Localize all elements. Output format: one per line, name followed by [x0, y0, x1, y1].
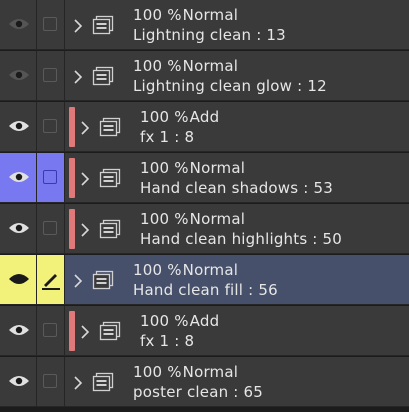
opacity-value: 100 %: [133, 261, 182, 279]
layer-row[interactable]: 100 %Normal Hand clean shadows : 53: [0, 153, 409, 203]
lock-toggle[interactable]: [37, 204, 65, 254]
visibility-toggle[interactable]: [0, 102, 37, 152]
blend-mode: Normal: [189, 159, 246, 177]
lock-toggle[interactable]: [37, 0, 65, 50]
blend-mode: Add: [189, 108, 220, 126]
blend-mode-label: 100 %Normal: [133, 363, 238, 381]
layer-row[interactable]: 100 %Normal Hand clean fill : 56: [0, 255, 409, 305]
lock-checkbox[interactable]: [43, 68, 57, 82]
layer-name: Hand clean highlights : 50: [140, 230, 343, 248]
visibility-toggle[interactable]: [0, 153, 37, 203]
lock-checkbox[interactable]: [43, 17, 57, 31]
blend-mode-label: 100 %Normal: [133, 261, 238, 279]
layer-name: fx 1 : 8: [140, 332, 195, 350]
lock-checkbox[interactable]: [43, 374, 57, 388]
row-divider: [0, 253, 409, 254]
lock-toggle[interactable]: [37, 357, 65, 407]
blend-mode: Add: [189, 312, 220, 330]
layer-folder-icon: [92, 372, 114, 396]
chevron-right-icon[interactable]: [80, 171, 90, 190]
blend-mode: Normal: [189, 210, 246, 228]
visibility-toggle[interactable]: [0, 255, 37, 305]
blend-mode-label: 100 %Add: [140, 108, 219, 126]
blend-mode-label: 100 %Add: [140, 312, 219, 330]
visibility-toggle[interactable]: [0, 306, 37, 356]
row-divider: [0, 49, 409, 50]
visibility-toggle[interactable]: [0, 204, 37, 254]
opacity-value: 100 %: [133, 57, 182, 75]
blend-mode-label: 100 %Normal: [140, 210, 245, 228]
opacity-value: 100 %: [140, 108, 189, 126]
layer-row[interactable]: 100 %Add fx 1 : 8: [0, 102, 409, 152]
visibility-toggle[interactable]: [0, 0, 37, 50]
opacity-value: 100 %: [140, 210, 189, 228]
layer-folder-icon: [99, 117, 121, 141]
layer-folder-icon: [92, 15, 114, 39]
opacity-value: 100 %: [133, 6, 182, 24]
lock-toggle[interactable]: [37, 306, 65, 356]
chevron-right-icon[interactable]: [80, 222, 90, 241]
blend-mode: Normal: [182, 57, 239, 75]
lock-checkbox[interactable]: [43, 119, 57, 133]
row-divider: [0, 151, 409, 152]
layer-folder-icon: [99, 219, 121, 243]
layer-folder-icon: [92, 66, 114, 90]
layer-row[interactable]: 100 %Normal Hand clean highlights : 50: [0, 204, 409, 254]
blend-mode: Normal: [182, 6, 239, 24]
layer-row[interactable]: 100 %Add fx 1 : 8: [0, 306, 409, 356]
clipping-indicator: [69, 209, 75, 249]
opacity-value: 100 %: [133, 363, 182, 381]
layer-name: poster clean : 65: [133, 383, 263, 401]
layers-panel: 100 %Normal Lightning clean : 13 100 %Norm…: [0, 0, 409, 412]
blend-mode-label: 100 %Normal: [140, 159, 245, 177]
visibility-toggle[interactable]: [0, 51, 37, 101]
lock-toggle[interactable]: [37, 255, 65, 305]
blend-mode: Normal: [182, 363, 239, 381]
blend-mode-label: 100 %Normal: [133, 57, 238, 75]
chevron-right-icon[interactable]: [73, 69, 83, 88]
chevron-right-icon[interactable]: [73, 375, 83, 394]
layer-name: Hand clean fill : 56: [133, 281, 278, 299]
layer-name: Lightning clean glow : 12: [133, 77, 327, 95]
clipping-indicator: [69, 311, 75, 351]
layer-name: fx 1 : 8: [140, 128, 195, 146]
row-divider: [0, 202, 409, 203]
row-divider: [0, 355, 409, 356]
chevron-right-icon[interactable]: [73, 18, 83, 37]
lock-toggle[interactable]: [37, 102, 65, 152]
layer-row[interactable]: 100 %Normal Lightning clean : 13: [0, 0, 409, 50]
row-divider: [0, 304, 409, 305]
chevron-right-icon[interactable]: [80, 324, 90, 343]
lock-toggle[interactable]: [37, 51, 65, 101]
lock-checkbox[interactable]: [43, 170, 57, 184]
layer-name: Hand clean shadows : 53: [140, 179, 333, 197]
visibility-toggle[interactable]: [0, 357, 37, 407]
layer-row[interactable]: 100 %Normal poster clean : 65: [0, 357, 409, 407]
opacity-value: 100 %: [140, 312, 189, 330]
row-divider: [0, 406, 409, 407]
lock-checkbox[interactable]: [43, 323, 57, 337]
row-divider: [0, 100, 409, 101]
layer-name: Lightning clean : 13: [133, 26, 286, 44]
layer-folder-icon: [99, 168, 121, 192]
layer-folder-icon: [99, 321, 121, 345]
clipping-indicator: [69, 107, 75, 147]
layer-folder-icon: [92, 270, 114, 294]
layer-row[interactable]: 100 %Normal Lightning clean glow : 12: [0, 51, 409, 101]
chevron-right-icon[interactable]: [80, 120, 90, 139]
clipping-indicator: [69, 158, 75, 198]
blend-mode-label: 100 %Normal: [133, 6, 238, 24]
lock-checkbox[interactable]: [43, 221, 57, 235]
lock-toggle[interactable]: [37, 153, 65, 203]
opacity-value: 100 %: [140, 159, 189, 177]
chevron-right-icon[interactable]: [73, 273, 83, 292]
blend-mode: Normal: [182, 261, 239, 279]
